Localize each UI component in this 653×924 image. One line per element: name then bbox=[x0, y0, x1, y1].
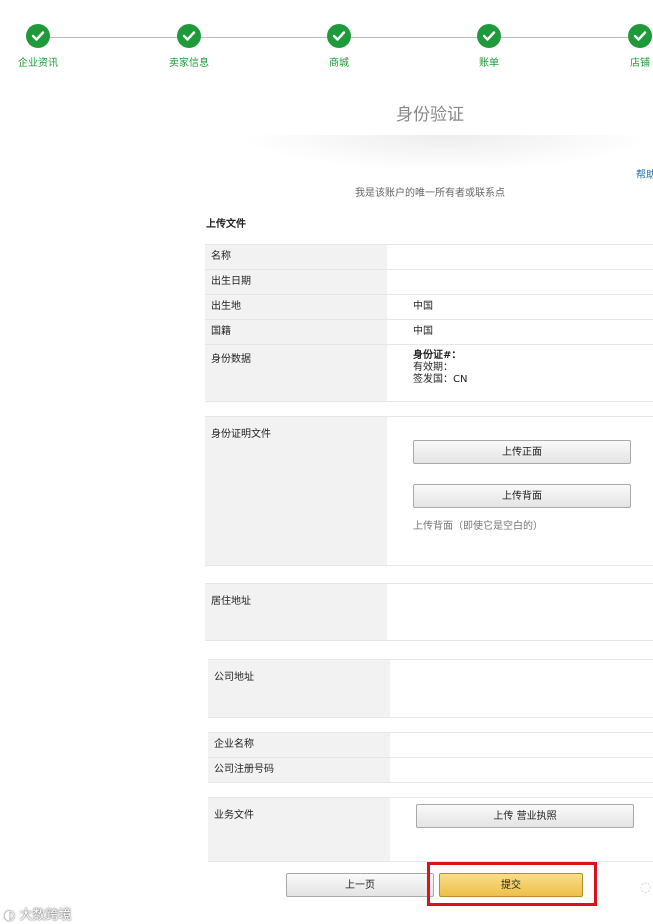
field-value bbox=[387, 245, 653, 269]
expiry-label: 有效期： bbox=[413, 362, 453, 373]
check-icon bbox=[327, 24, 351, 48]
submit-button[interactable]: 提交 bbox=[439, 873, 583, 897]
company-address-value bbox=[390, 660, 653, 717]
residence-block: 居住地址 bbox=[205, 583, 653, 641]
field-label: 身份数据 bbox=[205, 345, 387, 401]
check-icon bbox=[477, 24, 501, 48]
business-docs-block: 业务文件 上传 营业执照 bbox=[208, 797, 653, 862]
company-address-block: 公司地址 bbox=[208, 659, 653, 718]
field-label: 公司注册号码 bbox=[208, 758, 390, 782]
id-data-values: 身份证#： 有效期： 签发国：CN bbox=[387, 345, 653, 401]
help-link[interactable]: 帮助 bbox=[636, 166, 653, 181]
step-label: 账单 bbox=[479, 58, 499, 69]
field-label: 出生地 bbox=[205, 295, 387, 319]
check-icon bbox=[26, 24, 50, 48]
step-label: 店铺 bbox=[630, 58, 650, 69]
table-row: 企业名称 bbox=[208, 733, 653, 758]
watermark-text: 大数跨境 bbox=[19, 908, 72, 923]
step-seller-info[interactable]: 卖家信息 bbox=[149, 24, 229, 69]
field-value: 中国 bbox=[413, 301, 433, 312]
page-subtitle: 我是该账户的唯一所有者或联系点 bbox=[355, 188, 505, 199]
upload-back-button[interactable]: 上传背面 bbox=[413, 484, 631, 508]
chat-bubble-icon: ◌ bbox=[640, 880, 652, 895]
identity-table: 名称 出生日期 出生地 中国 国籍 中国 身份数据 身份证#： 有效期： 签发国… bbox=[205, 244, 653, 402]
table-row: 公司注册号码 bbox=[208, 758, 653, 783]
watermark: ◐ 大数跨境 bbox=[4, 904, 72, 923]
id-document-uploads: 上传正面 上传背面 上传背面（即使它是空白的） bbox=[387, 417, 653, 565]
watermark-logo-icon: ◐ bbox=[4, 908, 16, 923]
table-row: 身份数据 身份证#： 有效期： 签发国：CN bbox=[205, 345, 653, 402]
step-marketplace[interactable]: 商城 bbox=[299, 24, 379, 69]
id-document-block: 身份证明文件 上传正面 上传背面 上传背面（即使它是空白的） bbox=[205, 416, 653, 566]
field-value bbox=[387, 270, 653, 294]
previous-page-button[interactable]: 上一页 bbox=[286, 873, 434, 897]
upload-hint: 上传背面（即使它是空白的） bbox=[413, 521, 543, 532]
step-label: 企业资讯 bbox=[18, 58, 58, 69]
upload-license-button[interactable]: 上传 营业执照 bbox=[416, 804, 634, 828]
residence-value bbox=[387, 584, 653, 640]
check-icon bbox=[177, 24, 201, 48]
page-title: 身份验证 bbox=[396, 105, 464, 125]
field-label: 国籍 bbox=[205, 320, 387, 344]
field-label: 公司地址 bbox=[208, 660, 390, 717]
field-label: 名称 bbox=[205, 245, 387, 269]
upload-front-button[interactable]: 上传正面 bbox=[413, 440, 631, 464]
step-label: 卖家信息 bbox=[169, 58, 209, 69]
field-label: 出生日期 bbox=[205, 270, 387, 294]
step-store[interactable]: 店铺 bbox=[600, 24, 653, 69]
table-row: 国籍 中国 bbox=[205, 320, 653, 345]
field-label: 业务文件 bbox=[208, 798, 390, 861]
step-enterprise-info[interactable]: 企业资讯 bbox=[0, 24, 78, 69]
field-value: 中国 bbox=[413, 326, 433, 337]
id-number-label: 身份证#： bbox=[413, 350, 462, 361]
step-label: 商城 bbox=[329, 58, 349, 69]
table-row: 名称 bbox=[205, 245, 653, 270]
check-icon bbox=[628, 24, 652, 48]
company-table: 企业名称 公司注册号码 bbox=[208, 732, 653, 783]
business-docs-uploads: 上传 营业执照 bbox=[390, 798, 653, 861]
field-value bbox=[390, 733, 653, 757]
title-divider bbox=[240, 135, 653, 171]
issuing-country: 签发国：CN bbox=[413, 374, 468, 385]
field-label: 居住地址 bbox=[205, 584, 387, 640]
field-label: 企业名称 bbox=[208, 733, 390, 757]
field-value bbox=[390, 758, 653, 782]
step-billing[interactable]: 账单 bbox=[449, 24, 529, 69]
table-row: 出生日期 bbox=[205, 270, 653, 295]
table-row: 出生地 中国 bbox=[205, 295, 653, 320]
field-label: 身份证明文件 bbox=[205, 417, 387, 565]
section-title: 上传文件 bbox=[206, 219, 246, 230]
